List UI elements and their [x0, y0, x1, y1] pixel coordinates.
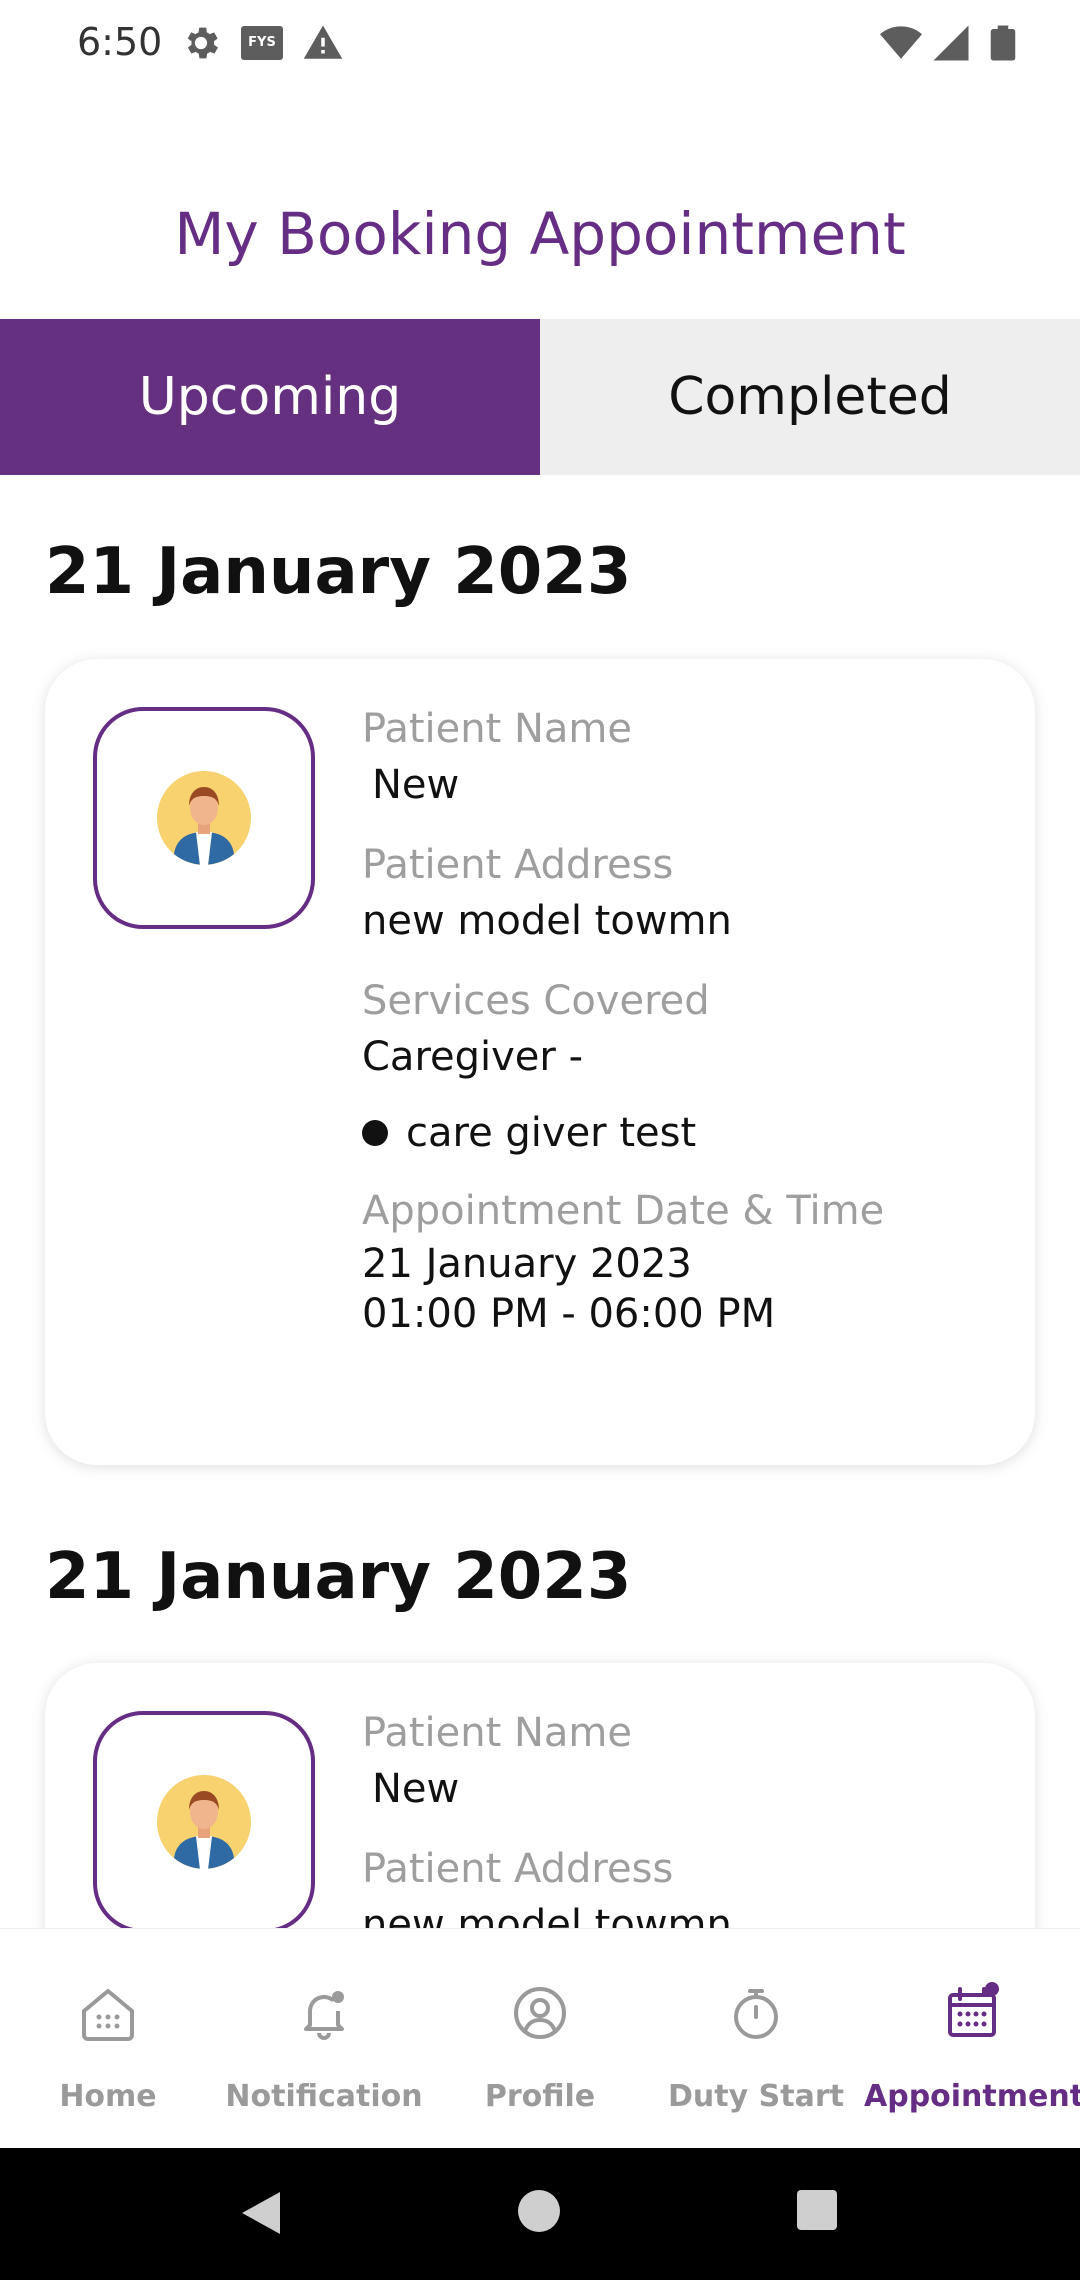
- tab-bar: Upcoming Completed: [0, 319, 1080, 475]
- patient-address: new model towmn: [362, 1902, 732, 1928]
- system-nav-bar: [0, 2148, 1080, 2280]
- bottom-nav: Home Notification Profile Duty Start App…: [0, 1928, 1080, 2148]
- tab-upcoming[interactable]: Upcoming: [0, 319, 540, 475]
- appointment-date: 21 January 2023: [362, 1241, 692, 1287]
- alert-icon: [303, 25, 343, 59]
- appointment-time: 01:00 PM - 06:00 PM: [362, 1291, 776, 1337]
- calendar-icon: [948, 1982, 999, 2037]
- appointment-details: Patient Name New Patient Address new mod…: [362, 1705, 1002, 1928]
- service-category: Caregiver -: [362, 1034, 583, 1080]
- stopwatch-icon: [734, 1989, 778, 2039]
- recents-icon[interactable]: [795, 2188, 839, 2232]
- wifi-icon: [880, 26, 922, 59]
- date-heading: 21 January 2023: [45, 535, 632, 609]
- appointment-card[interactable]: Patient Name New Patient Address new mod…: [45, 1663, 1035, 1928]
- appointment-card[interactable]: Patient Name New Patient Address new mod…: [45, 659, 1035, 1465]
- gear-icon: [187, 27, 218, 59]
- appointment-datetime-label: Appointment Date & Time: [362, 1188, 885, 1234]
- patient-avatar-icon: [157, 771, 251, 866]
- patient-address-label: Patient Address: [362, 842, 674, 888]
- home-icon: [82, 1989, 134, 2041]
- nav-notification[interactable]: Notification: [216, 1929, 432, 2149]
- service-item: care giver test: [362, 1105, 1002, 1161]
- profile-icon: [514, 1987, 566, 2039]
- status-bar: 6:50 FYS: [0, 0, 1080, 88]
- tab-completed[interactable]: Completed: [540, 319, 1080, 475]
- home-circle-icon[interactable]: [516, 2188, 562, 2234]
- patient-name: New: [372, 762, 460, 808]
- patient-name: New: [372, 1766, 460, 1812]
- patient-name-label: Patient Name: [362, 1710, 632, 1756]
- status-time: 6:50: [77, 20, 163, 64]
- nav-label: Duty Start: [668, 2079, 844, 2114]
- patient-address: new model towmn: [362, 898, 732, 944]
- patient-address-label: Patient Address: [362, 1846, 674, 1892]
- nav-home[interactable]: Home: [0, 1929, 216, 2149]
- date-heading: 21 January 2023: [45, 1540, 632, 1614]
- back-icon[interactable]: [236, 2188, 286, 2238]
- avatar: [93, 707, 315, 929]
- appointment-details: Patient Name New Patient Address new mod…: [362, 701, 1002, 1339]
- patient-name-label: Patient Name: [362, 706, 632, 752]
- nav-label: Notification: [225, 2079, 423, 2114]
- nav-label: Profile: [484, 2079, 596, 2114]
- nav-label: Appointment: [864, 2079, 1080, 2114]
- nav-duty-start[interactable]: Duty Start: [648, 1929, 864, 2149]
- service-item-label: care giver test: [406, 1110, 697, 1156]
- bullet-icon: [362, 1120, 388, 1146]
- appointment-list[interactable]: 21 January 2023 Patient Name New Patient…: [0, 475, 1080, 1928]
- signal-icon: [933, 25, 969, 61]
- services-covered-label: Services Covered: [362, 978, 710, 1024]
- avatar: [93, 1711, 315, 1928]
- screen: 6:50 FYS My Booking Appointment Upcoming…: [0, 0, 1080, 2280]
- nav-label: Home: [59, 2079, 157, 2114]
- bell-icon: [304, 1991, 344, 2040]
- nav-appointment[interactable]: Appointment: [864, 1929, 1080, 2149]
- battery-icon: [990, 25, 1016, 61]
- fys-icon: FYS: [241, 26, 283, 60]
- nav-profile[interactable]: Profile: [432, 1929, 648, 2149]
- patient-avatar-icon: [157, 1775, 251, 1870]
- page-title: My Booking Appointment: [174, 200, 906, 268]
